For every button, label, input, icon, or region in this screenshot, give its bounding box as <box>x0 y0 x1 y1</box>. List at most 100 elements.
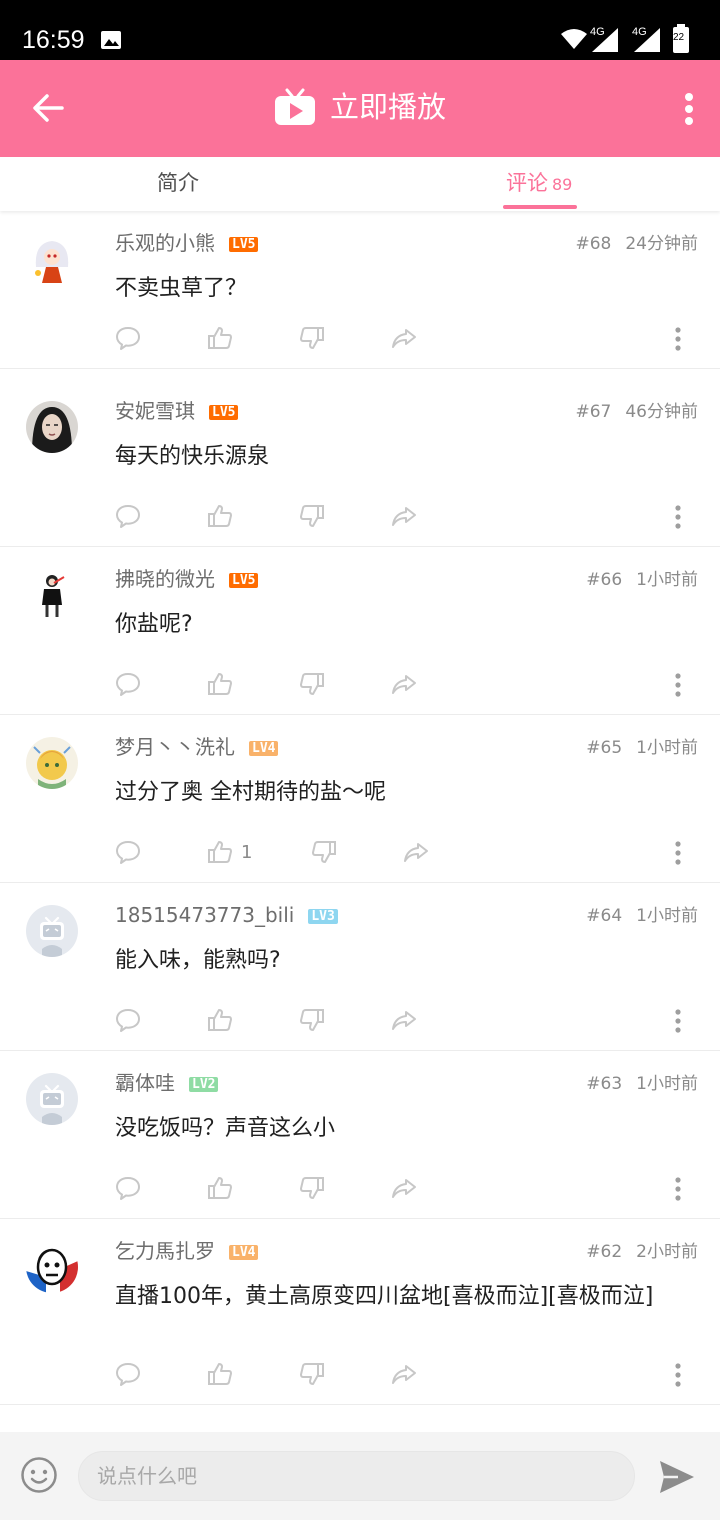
avatar[interactable] <box>26 401 78 453</box>
level-badge: LV5 <box>229 237 259 252</box>
share-icon[interactable] <box>391 503 417 529</box>
comment-text: 没吃饭吗？声音这么小 <box>115 1116 336 1141</box>
comment-floor: #67 <box>575 402 612 422</box>
comment-text: 能入味，能熟吗? <box>115 948 281 973</box>
comment-item[interactable]: 乐观的小熊 LV5 #68 24分钟前不卖虫草了？ <box>0 211 720 369</box>
thumbs-down-icon[interactable] <box>311 839 337 865</box>
avatar[interactable] <box>26 569 78 621</box>
comment-username[interactable]: 安妮雪琪 <box>115 399 195 423</box>
comment-item[interactable]: 拂晓的微光 LV5 #66 1小时前 你盐呢? <box>0 547 720 715</box>
level-badge: LV3 <box>308 909 338 924</box>
comment-meta: #68 24分钟前 <box>575 231 698 257</box>
share-icon[interactable] <box>391 1361 417 1387</box>
comment-username[interactable]: 乞力馬扎罗 <box>115 1239 215 1263</box>
share-icon[interactable] <box>391 325 417 351</box>
more-dots-icon[interactable] <box>675 1009 681 1033</box>
thumbs-down-icon[interactable] <box>299 503 325 529</box>
thumbs-up-icon[interactable] <box>207 1361 233 1387</box>
comment-username[interactable]: 梦月丶丶洗礼 <box>115 735 235 759</box>
tab-comments-label: 评论 <box>506 171 548 195</box>
thumbs-down-icon[interactable] <box>299 1007 325 1033</box>
comment-time: 1小时前 <box>636 906 698 926</box>
comment-text: 过分了奥 全村期待的盐～呢 <box>115 780 386 805</box>
comment-meta: #67 46分钟前 <box>575 399 698 425</box>
emoji-icon[interactable] <box>20 1456 58 1494</box>
comment-username[interactable]: 拂晓的微光 <box>115 567 215 591</box>
avatar[interactable] <box>26 233 78 285</box>
thumbs-up-icon[interactable] <box>207 1007 233 1033</box>
comment-item[interactable]: 安妮雪琪 LV5 #67 46分钟前每天的快乐源泉 <box>0 379 720 547</box>
comment-floor: #65 <box>586 738 623 758</box>
share-icon[interactable] <box>391 1007 417 1033</box>
thumbs-up-icon[interactable] <box>207 503 233 529</box>
send-icon[interactable] <box>658 1459 696 1495</box>
comment-meta: #62 2小时前 <box>586 1239 698 1265</box>
reply-icon[interactable] <box>115 1007 141 1033</box>
share-icon[interactable] <box>391 671 417 697</box>
avatar[interactable] <box>26 737 78 789</box>
comment-time: 1小时前 <box>636 570 698 590</box>
comment-item[interactable]: 霸体哇 LV2 #63 1小时前没吃饭吗？声音这么小 <box>0 1051 720 1219</box>
comment-username-row: 梦月丶丶洗礼 LV4 <box>115 734 279 760</box>
wifi-icon <box>561 29 587 49</box>
thumbs-down-icon[interactable] <box>299 1361 325 1387</box>
signal-icon-2 <box>634 28 660 52</box>
comment-input[interactable] <box>78 1451 635 1501</box>
level-badge: LV2 <box>189 1077 219 1092</box>
reply-icon[interactable] <box>115 1361 141 1387</box>
comment-item[interactable]: 乞力馬扎罗 LV4 #62 2小时前 直播100年，黄土高原变四川盆地[喜极而泣][喜极… <box>0 1219 720 1405</box>
comment-text: 不卖虫草了？ <box>115 276 248 301</box>
thumbs-up-icon[interactable] <box>207 325 233 351</box>
comment-username[interactable]: 18515473773_bili <box>115 903 294 927</box>
comment-text: 直播100年，黄土高原变四川盆地[喜极而泣][喜极而泣] <box>115 1284 654 1309</box>
comment-floor: #63 <box>586 1074 623 1094</box>
tab-comments[interactable]: 评论 89 <box>506 169 572 199</box>
thumbs-down-icon[interactable] <box>299 1175 325 1201</box>
avatar[interactable] <box>26 1073 78 1125</box>
more-dots-icon[interactable] <box>675 673 681 697</box>
more-dots-icon[interactable] <box>675 841 681 865</box>
thumbs-down-icon[interactable] <box>299 671 325 697</box>
level-badge: LV5 <box>229 573 259 588</box>
comment-actions <box>115 1007 695 1037</box>
app-bar: 立即播放 <box>0 60 720 157</box>
comment-username-row: 安妮雪琪 LV5 <box>115 398 239 424</box>
comment-item[interactable]: 梦月丶丶洗礼 LV4 #65 1小时前 过分了奥 全村期待的盐～呢 1 <box>0 715 720 883</box>
tab-active-indicator <box>503 205 577 209</box>
comment-time: 1小时前 <box>636 1074 698 1094</box>
comment-meta: #64 1小时前 <box>586 903 698 929</box>
thumbs-up-icon[interactable] <box>207 839 233 865</box>
reply-icon[interactable] <box>115 503 141 529</box>
share-icon[interactable] <box>391 1175 417 1201</box>
reply-icon[interactable] <box>115 839 141 865</box>
more-dots-icon[interactable] <box>675 505 681 529</box>
more-dots-icon[interactable] <box>675 327 681 351</box>
comment-username-row: 18515473773_bili LV3 <box>115 902 338 928</box>
comment-meta: #63 1小时前 <box>586 1071 698 1097</box>
comment-item[interactable]: 18515473773_bili LV3 #64 1小时前能入味，能熟吗? <box>0 883 720 1051</box>
reply-icon[interactable] <box>115 1175 141 1201</box>
more-dots-icon[interactable] <box>675 1177 681 1201</box>
comment-text: 每天的快乐源泉 <box>115 444 270 469</box>
avatar[interactable] <box>26 1241 78 1293</box>
reply-icon[interactable] <box>115 325 141 351</box>
more-dots-icon[interactable] <box>675 1363 681 1387</box>
thumbs-down-icon[interactable] <box>299 325 325 351</box>
comment-username[interactable]: 霸体哇 <box>115 1071 175 1095</box>
comment-username-row: 乐观的小熊 LV5 <box>115 230 259 256</box>
comment-meta: #65 1小时前 <box>586 735 698 761</box>
comment-username-row: 霸体哇 LV2 <box>115 1070 219 1096</box>
header-title-group[interactable]: 立即播放 <box>0 87 720 131</box>
thumbs-up-icon[interactable] <box>207 1175 233 1201</box>
reply-icon[interactable] <box>115 671 141 697</box>
tab-intro[interactable]: 简介 <box>157 169 199 197</box>
comment-username[interactable]: 乐观的小熊 <box>115 231 215 255</box>
comment-actions <box>115 671 695 701</box>
thumbs-up-icon[interactable] <box>207 671 233 697</box>
comment-input-bar <box>0 1432 720 1520</box>
share-icon[interactable] <box>403 839 429 865</box>
comment-actions <box>115 503 695 533</box>
comment-meta: #66 1小时前 <box>586 567 698 593</box>
vertical-dots-icon[interactable] <box>684 92 694 126</box>
avatar[interactable] <box>26 905 78 957</box>
